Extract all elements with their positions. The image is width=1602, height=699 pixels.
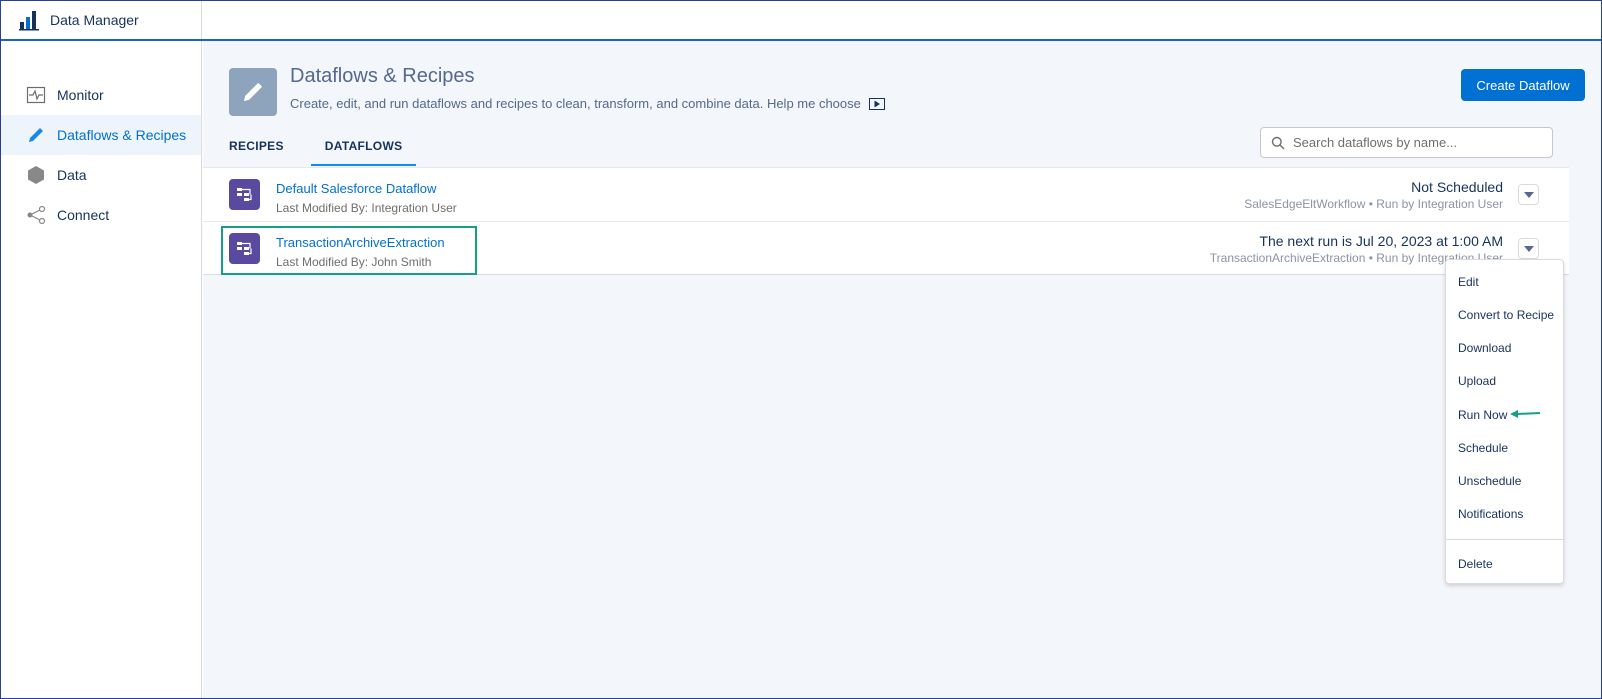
tab-bar: RECIPES DATAFLOWS: [229, 139, 456, 166]
sidebar-item-label: Data: [57, 167, 87, 183]
menu-item-notifications[interactable]: Notifications: [1458, 507, 1523, 521]
search-icon: [1271, 136, 1285, 149]
page-subtitle-text: Create, edit, and run dataflows and reci…: [290, 96, 861, 111]
annotation-arrow-icon: [1510, 410, 1541, 418]
create-dataflow-button[interactable]: Create Dataflow: [1461, 69, 1585, 101]
tab-recipes[interactable]: RECIPES: [229, 139, 284, 166]
schedule-status: The next run is Jul 20, 2023 at 1:00 AM: [1259, 233, 1503, 249]
sidebar-item-data[interactable]: Data: [1, 155, 201, 195]
dataflow-name-link[interactable]: Default Salesforce Dataflow: [276, 181, 436, 196]
sidebar-item-label: Dataflows & Recipes: [57, 127, 187, 143]
menu-item-schedule[interactable]: Schedule: [1458, 441, 1508, 455]
dataflow-row: Default Salesforce Dataflow Last Modifie…: [203, 167, 1569, 221]
last-modified-text: Last Modified By: John Smith: [276, 255, 432, 269]
top-header: Data Manager: [1, 1, 1601, 41]
last-modified-text: Last Modified By: Integration User: [276, 201, 457, 215]
search-input[interactable]: [1293, 135, 1533, 150]
menu-divider: [1446, 539, 1563, 540]
chevron-down-icon: [1523, 245, 1534, 252]
dataflow-row: TransactionArchiveExtraction Last Modifi…: [203, 221, 1569, 275]
tab-dataflows[interactable]: DATAFLOWS: [310, 139, 417, 166]
main-content: Dataflows & Recipes Create, edit, and ru…: [203, 41, 1601, 698]
sidebar-item-label: Connect: [57, 207, 110, 223]
pencil-icon: [26, 125, 46, 145]
sidebar: Monitor Dataflows & Recipes Data Connect: [1, 41, 202, 698]
workflow-info: SalesEdgeEltWorkflow • Run by Integratio…: [1244, 197, 1503, 211]
page-title: Dataflows & Recipes: [290, 65, 475, 87]
menu-item-upload[interactable]: Upload: [1458, 374, 1496, 388]
menu-item-download[interactable]: Download: [1458, 341, 1511, 355]
app-title: Data Manager: [50, 12, 139, 28]
app-brand: Data Manager: [1, 1, 202, 39]
row-actions-menu: Edit Convert to Recipe Download Upload R…: [1445, 259, 1564, 584]
dataflow-icon: [229, 233, 260, 264]
row-actions-dropdown-button[interactable]: [1518, 184, 1539, 205]
row-actions-dropdown-button[interactable]: [1518, 238, 1539, 259]
sidebar-item-label: Monitor: [57, 87, 104, 103]
sidebar-item-connect[interactable]: Connect: [1, 195, 201, 235]
share-icon: [26, 205, 46, 225]
sidebar-item-monitor[interactable]: Monitor: [1, 75, 201, 115]
schedule-status: Not Scheduled: [1411, 179, 1503, 195]
menu-item-delete[interactable]: Delete: [1458, 557, 1493, 571]
monitor-icon: [26, 85, 46, 105]
menu-item-run-now[interactable]: Run Now: [1458, 408, 1507, 422]
dataflow-list: Default Salesforce Dataflow Last Modifie…: [203, 167, 1569, 275]
bar-chart-logo-icon: [19, 11, 39, 31]
menu-item-convert-to-recipe[interactable]: Convert to Recipe: [1458, 308, 1554, 322]
page-subtitle: Create, edit, and run dataflows and reci…: [290, 96, 885, 111]
dataflow-icon: [229, 179, 260, 210]
hexagon-icon: [26, 165, 46, 185]
dataflow-name-link[interactable]: TransactionArchiveExtraction: [276, 235, 445, 250]
app-window: Data Manager Monitor Dataflows & Recipes…: [0, 0, 1602, 699]
chevron-down-icon: [1523, 191, 1534, 198]
search-box: [1260, 127, 1553, 158]
pencil-icon: [229, 68, 277, 116]
menu-item-edit[interactable]: Edit: [1458, 275, 1479, 289]
menu-item-unschedule[interactable]: Unschedule: [1458, 474, 1521, 488]
sidebar-item-dataflows-recipes[interactable]: Dataflows & Recipes: [1, 115, 201, 155]
play-video-icon[interactable]: [868, 97, 885, 110]
